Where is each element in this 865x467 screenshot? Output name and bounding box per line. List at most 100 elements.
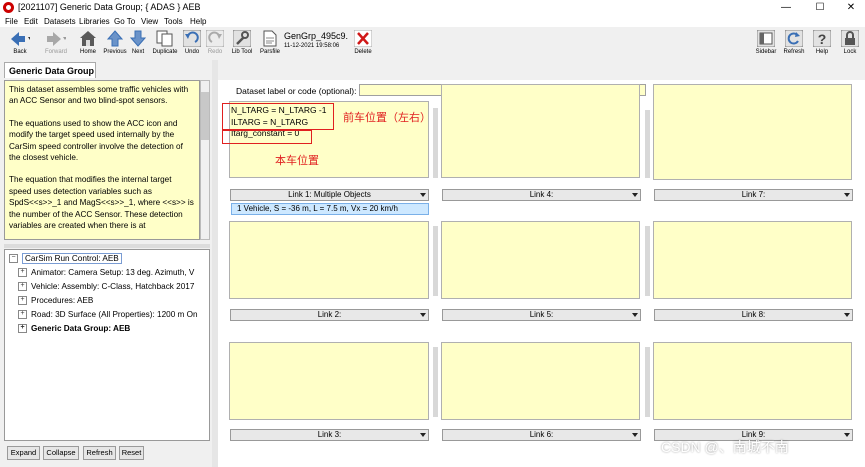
link3-dropdown[interactable]: Link 3: [230,429,429,441]
tree-item-current[interactable]: + Generic Data Group: AEB [18,322,130,335]
app-logo-icon [3,2,14,13]
toolbar: Back Forward Home Previous Next Duplicat… [0,27,865,61]
link4-scrollbar[interactable] [645,110,650,178]
link9-textarea[interactable] [653,342,852,420]
menu-help[interactable]: Help [190,16,206,27]
dropdown-arrow-icon [844,433,850,437]
menu-file[interactable]: File [5,16,18,27]
vertical-splitter[interactable] [212,60,218,467]
tree-item[interactable]: + Procedures: AEB [18,294,93,307]
link1-selected-dataset[interactable]: 1 Vehicle, S = -36 m, L = 7.5 m, Vx = 20… [231,203,429,215]
undo-icon [183,30,201,47]
home-icon [80,31,96,46]
menu-edit[interactable]: Edit [24,16,38,27]
redo-icon [206,30,224,47]
link2-dropdown[interactable]: Link 2: [230,309,429,321]
home-button[interactable]: Home [76,29,100,59]
expand-button[interactable]: Expand [7,446,40,460]
expand-icon[interactable]: + [18,310,27,320]
menu-libraries[interactable]: Libraries [79,16,110,27]
annotation-front-vehicle: 前车位置（左右） [343,112,431,124]
link4-textarea[interactable] [441,84,640,178]
link2-textarea[interactable] [229,221,429,299]
equations-scrollbar[interactable] [433,108,438,178]
menu-goto[interactable]: Go To [114,16,135,27]
right-header-strip [212,60,865,80]
dropdown-arrow-icon [632,313,638,317]
redo-button[interactable]: Redo [204,29,226,59]
back-arrow-icon [11,31,30,46]
notes-scrollbar-thumb[interactable] [201,92,209,140]
minimize-button[interactable]: — [771,0,801,16]
next-button[interactable]: Next [127,29,149,59]
menu-datasets[interactable]: Datasets [44,16,76,27]
annotation-box-self [222,130,312,144]
document-icon [263,30,277,47]
tree-root[interactable]: − CarSim Run Control: AEB [9,252,122,265]
delete-button[interactable]: Delete [350,29,376,59]
tree-item[interactable]: + Vehicle: Assembly: C-Class, Hatchback 2… [18,280,194,293]
previous-button[interactable]: Previous [102,29,128,59]
undo-button[interactable]: Undo [181,29,203,59]
link8-textarea[interactable] [653,221,852,299]
tree-item[interactable]: + Road: 3D Surface (All Properties): 1200… [18,308,198,321]
notes-paragraph: The equations used to show the ACC icon … [9,118,183,163]
duplicate-button[interactable]: Duplicate [150,29,180,59]
link3-scrollbar[interactable] [433,347,438,417]
link6-scrollbar[interactable] [645,347,650,417]
tree-root-label[interactable]: CarSim Run Control: AEB [22,253,122,264]
back-button[interactable]: Back [4,29,36,59]
link5-textarea[interactable] [441,221,640,299]
dropdown-arrow-icon [420,313,426,317]
refresh-tree-button[interactable]: Refresh [83,446,116,460]
link6-dropdown[interactable]: Link 6: [442,429,641,441]
delete-x-icon [354,30,372,47]
window-title: [2021107] Generic Data Group; { ADAS } A… [18,2,201,12]
tab-generic-data-group[interactable]: Generic Data Group [4,62,96,78]
reset-button[interactable]: Reset [119,446,144,460]
watermark: CSDN @、南城不南 [661,439,789,455]
close-window-button[interactable]: ✕ [836,0,865,16]
refresh-icon [785,30,803,47]
tree-item[interactable]: + Animator: Camera Setup: 13 deg. Azimuth… [18,266,194,279]
dataset-label-caption: Dataset label or code (optional): [236,86,357,96]
annotation-box-front [222,103,334,130]
forward-button[interactable]: Forward [40,29,72,59]
parsfile-date: 11-12-2021 19:58:06 [284,43,340,49]
link2-scrollbar[interactable] [433,226,438,296]
help-question-icon: ? [813,30,831,47]
expand-icon[interactable]: + [18,268,27,278]
link5-dropdown[interactable]: Link 5: [442,309,641,321]
link3-textarea[interactable] [229,342,429,420]
duplicate-icon [156,30,173,47]
link7-textarea[interactable] [653,84,852,180]
expand-icon[interactable]: + [18,324,27,334]
panel-splitter[interactable] [4,244,210,248]
notes-paragraph: The equation that modifies the internal … [9,175,194,231]
help-button[interactable]: ? Help [810,29,834,59]
notes-textarea[interactable]: This dataset assembles some traffic vehi… [4,80,200,240]
lib-tool-button[interactable]: Lib Tool [229,29,255,59]
link8-dropdown[interactable]: Link 8: [654,309,853,321]
maximize-button[interactable]: ☐ [805,0,835,16]
dropdown-arrow-icon [632,433,638,437]
link1-dropdown[interactable]: Link 1: Multiple Objects [230,189,429,201]
sidebar-button[interactable]: Sidebar [753,29,779,59]
menu-view[interactable]: View [141,16,158,27]
expand-icon[interactable]: + [18,296,27,306]
collapse-button[interactable]: Collapse [43,446,79,460]
menu-tools[interactable]: Tools [164,16,183,27]
refresh-toolbar-button[interactable]: Refresh [781,29,807,59]
link7-dropdown[interactable]: Link 7: [654,189,853,201]
link6-textarea[interactable] [441,342,640,420]
collapse-icon[interactable]: − [9,254,18,264]
link4-dropdown[interactable]: Link 4: [442,189,641,201]
link5-scrollbar[interactable] [645,226,650,296]
expand-icon[interactable]: + [18,282,27,292]
notes-paragraph: This dataset assembles some traffic vehi… [9,85,189,106]
down-arrow-icon [130,30,146,47]
sidebar-icon [757,30,775,47]
parsfile-button[interactable]: Parsfile [256,29,284,59]
lock-button[interactable]: Lock [838,29,862,59]
up-arrow-icon [107,30,123,47]
